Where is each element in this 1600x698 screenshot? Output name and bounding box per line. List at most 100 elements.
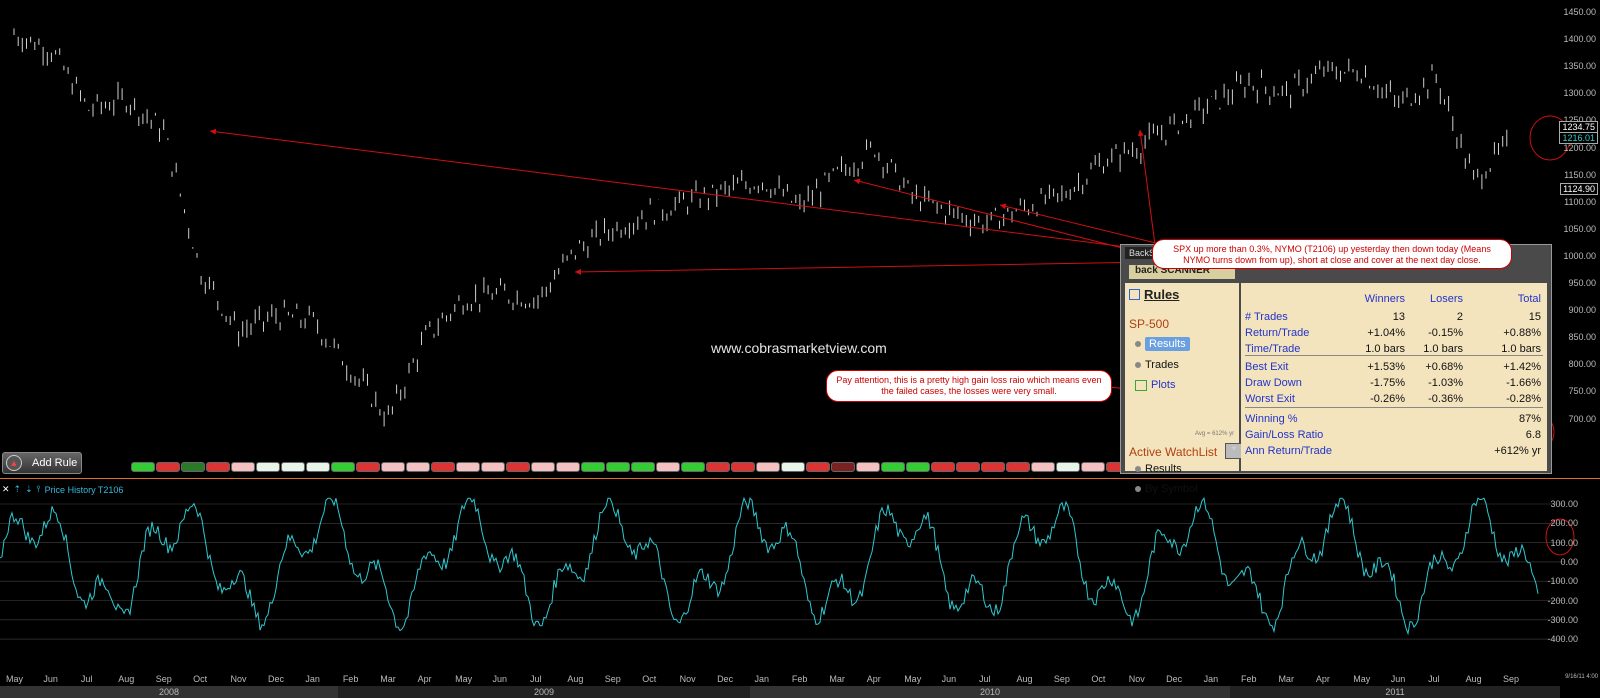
month-label: Sep (1053, 674, 1070, 684)
signal-pill[interactable] (131, 462, 155, 472)
month-label: Jun (492, 674, 508, 684)
signal-pill[interactable] (631, 462, 655, 472)
signal-pill[interactable] (231, 462, 255, 472)
bullet-icon (1135, 362, 1141, 368)
signal-pill[interactable] (806, 462, 830, 472)
row-value: 1.0 bars (1501, 343, 1541, 355)
month-label: Dec (1166, 674, 1183, 684)
row-value: 1.0 bars (1365, 343, 1405, 355)
move-up-icon[interactable]: ⇡ (14, 484, 22, 495)
price-tick-label: 1350.00 (1563, 61, 1596, 72)
signal-pill[interactable] (606, 462, 630, 472)
indicator-name: Price History T2106 (44, 484, 124, 495)
signal-pill[interactable] (756, 462, 780, 472)
signal-pill[interactable] (331, 462, 355, 472)
bullet-icon (1135, 466, 1141, 472)
row-label: Return/Trade (1245, 327, 1310, 339)
signal-pill[interactable] (681, 462, 705, 472)
signal-pill[interactable] (906, 462, 930, 472)
month-label: Aug (567, 674, 584, 684)
sidebar-item-label: Trades (1145, 359, 1179, 371)
month-label: Feb (791, 674, 808, 684)
signal-pill[interactable] (831, 462, 855, 472)
row-value: +1.53% (1367, 361, 1405, 373)
month-label: May (1353, 674, 1371, 684)
signal-pill[interactable] (731, 462, 755, 472)
signal-pill[interactable] (581, 462, 605, 472)
rules-title[interactable]: Rules (1129, 287, 1179, 302)
price-tick-label: 1050.00 (1563, 223, 1596, 234)
rules-title-label: Rules (1144, 287, 1180, 302)
month-label: Jul (80, 674, 93, 684)
signal-pill[interactable] (656, 462, 680, 472)
signal-pill[interactable] (481, 462, 505, 472)
month-label: Aug (118, 674, 135, 684)
year-label: 2009 (338, 686, 750, 698)
signal-pill[interactable] (256, 462, 280, 472)
add-rule-button[interactable]: ▲ Add Rule (2, 452, 82, 474)
signal-pill[interactable] (381, 462, 405, 472)
signal-pill[interactable] (456, 462, 480, 472)
watchlist-item-label: Results (1145, 463, 1182, 475)
watchlist-item-results[interactable]: Results (1135, 463, 1182, 475)
indicator-tick-label: -400.00 (1547, 634, 1578, 645)
header-total: Total (1517, 293, 1541, 305)
month-label: Apr (417, 674, 432, 684)
move-down-icon[interactable]: ⇣ (25, 484, 33, 495)
signal-pill[interactable] (1081, 462, 1105, 472)
signal-pill[interactable] (156, 462, 180, 472)
divider (1245, 407, 1543, 408)
price-tick-label: 1150.00 (1564, 169, 1596, 180)
signal-pill[interactable] (206, 462, 230, 472)
signal-pill[interactable] (506, 462, 530, 472)
signal-pill[interactable] (556, 462, 580, 472)
year-label: 2008 (0, 686, 338, 698)
signal-pill[interactable] (431, 462, 455, 472)
month-label: Jan (305, 674, 320, 684)
watchlist-item-label: By Symbol (1145, 483, 1198, 495)
summary-value: +612% yr (1494, 445, 1541, 457)
signal-pill[interactable] (856, 462, 880, 472)
callout-gain-loss-note: Pay attention, this is a pretty high gai… (826, 370, 1112, 402)
pin-icon[interactable]: ⫯ (37, 484, 41, 495)
signal-pill[interactable] (306, 462, 330, 472)
signal-pill[interactable] (706, 462, 730, 472)
sidebar-item-trades[interactable]: Trades (1135, 359, 1179, 371)
signal-pill[interactable] (356, 462, 380, 472)
signal-pill[interactable] (1006, 462, 1030, 472)
price-tick-label: 700.00 (1568, 413, 1596, 424)
plots-icon (1135, 379, 1147, 391)
sidebar-item-label: Plots (1151, 379, 1176, 391)
row-value: +1.04% (1367, 327, 1405, 339)
signal-pill[interactable] (956, 462, 980, 472)
sidebar-item-plots[interactable]: Plots (1135, 379, 1175, 391)
signal-pill[interactable] (781, 462, 805, 472)
watchlist-title: Active WatchList (1129, 445, 1218, 459)
watchlist-item-by-symbol[interactable]: By Symbol (1135, 483, 1198, 495)
summary-label: Winning % (1245, 413, 1298, 425)
signal-pill[interactable] (931, 462, 955, 472)
signal-pill[interactable] (981, 462, 1005, 472)
signal-pill[interactable] (1056, 462, 1080, 472)
month-label: Aug (1465, 674, 1482, 684)
signal-pill[interactable] (181, 462, 205, 472)
signal-pill[interactable] (281, 462, 305, 472)
close-icon[interactable]: ✕ (2, 484, 10, 495)
signal-pill[interactable] (406, 462, 430, 472)
signal-pill[interactable] (1031, 462, 1055, 472)
row-value: 1.0 bars (1423, 343, 1463, 355)
month-label: Sep (1503, 674, 1520, 684)
month-label: Oct (193, 674, 208, 684)
signal-pill[interactable] (531, 462, 555, 472)
price-tick-label: 1300.00 (1563, 88, 1596, 99)
signal-pill[interactable] (881, 462, 905, 472)
pane-divider[interactable] (0, 478, 1600, 479)
indicator-tick-label: -200.00 (1547, 595, 1578, 606)
price-tick-label: 1450.00 (1563, 7, 1596, 17)
year-label: 2011 (1230, 686, 1560, 698)
header-losers: Losers (1429, 293, 1463, 305)
annotation-arrow (999, 203, 1161, 245)
indicator-title-bar: ✕ ⇡ ⇣ ⫯ Price History T2106 (2, 484, 123, 495)
results-table: Winners Losers Total # Trades 13 2 15 Return… (1241, 283, 1547, 471)
sidebar-item-results[interactable]: Results (1135, 337, 1190, 351)
